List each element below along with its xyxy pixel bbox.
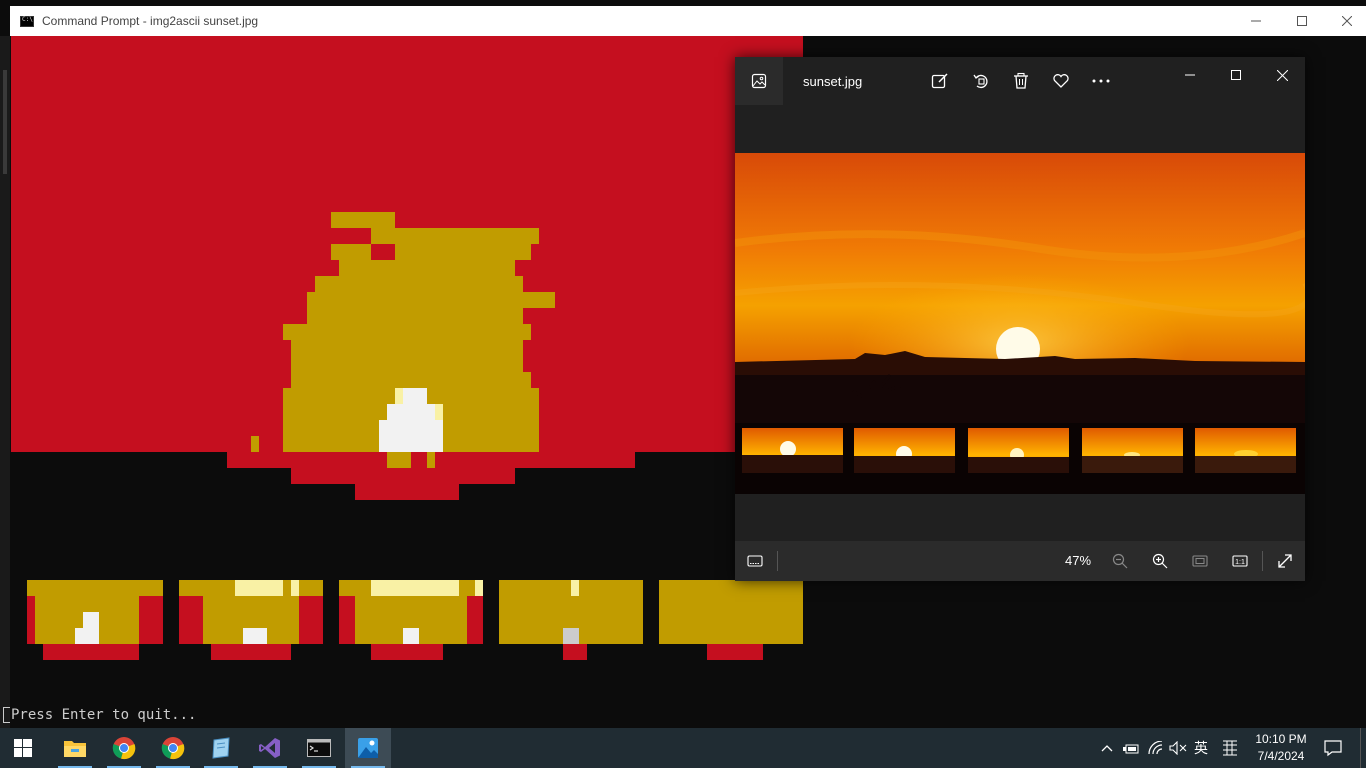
- zoom-in-button[interactable]: [1148, 549, 1172, 573]
- fullscreen-button[interactable]: [1273, 549, 1297, 573]
- ime-mode-button[interactable]: [1220, 738, 1240, 758]
- filmstrip-thumbnail[interactable]: [1082, 428, 1183, 473]
- maximize-icon: [1231, 70, 1241, 80]
- filmstrip[interactable]: [742, 428, 1296, 473]
- photos-minimize-button[interactable]: [1167, 61, 1213, 89]
- photos-app-button[interactable]: [735, 57, 783, 105]
- chevron-up-icon: [1101, 745, 1113, 752]
- fullscreen-icon: [1278, 554, 1292, 568]
- volume-muted-icon: [1169, 741, 1187, 755]
- filmstrip-thumbnail[interactable]: [854, 428, 955, 473]
- close-button[interactable]: [1324, 6, 1366, 36]
- cmd-prompt-text: Press Enter to quit...: [11, 707, 197, 723]
- taskbar-command-prompt[interactable]: [296, 728, 342, 768]
- maximize-button[interactable]: [1279, 6, 1325, 36]
- notepad-icon: [212, 737, 230, 759]
- photos-window[interactable]: sunset.jpg 47% 1:1: [735, 57, 1305, 581]
- minimize-icon: [1251, 20, 1261, 22]
- file-explorer-icon: [64, 741, 86, 757]
- photos-close-button[interactable]: [1259, 61, 1305, 89]
- photos-bottom-bar: 47% 1:1: [735, 541, 1305, 581]
- photos-filename: sunset.jpg: [803, 74, 863, 89]
- favorite-icon: [1053, 74, 1069, 88]
- taskbar-chrome-2[interactable]: [150, 728, 196, 768]
- command-prompt-icon: [307, 739, 331, 757]
- taskbar-chrome-1[interactable]: [101, 728, 147, 768]
- command-prompt-icon: [20, 15, 34, 27]
- delete-button[interactable]: [1009, 69, 1033, 93]
- favorite-button[interactable]: [1049, 69, 1073, 93]
- taskbar-photos[interactable]: [345, 728, 391, 768]
- minimize-button[interactable]: [1233, 6, 1279, 36]
- zoom-out-icon: [1112, 553, 1128, 569]
- network-button[interactable]: [1146, 738, 1166, 758]
- zoom-level: 47%: [1065, 553, 1092, 568]
- delete-icon: [1014, 72, 1028, 89]
- volume-button[interactable]: [1168, 738, 1188, 758]
- ime-grid-icon: [1223, 740, 1237, 756]
- clock-date: 7/4/2024: [1257, 749, 1305, 763]
- filmstrip-thumbnail[interactable]: [968, 428, 1069, 473]
- photos-icon: [358, 738, 378, 758]
- chrome-icon: [161, 737, 185, 760]
- edit-icon: [931, 73, 948, 89]
- close-icon: [1276, 69, 1288, 81]
- visual-studio-icon: [259, 738, 280, 758]
- actual-size-icon: 1:1: [1232, 555, 1248, 567]
- more-icon: [1092, 79, 1110, 83]
- taskbar-file-explorer[interactable]: [52, 728, 98, 768]
- cmd-title-bar[interactable]: Command Prompt - img2ascii sunset.jpg: [10, 6, 1366, 36]
- sunset-photo[interactable]: [735, 153, 1305, 494]
- taskbar: 英 10:10 PM 7/4/2024: [0, 728, 1366, 768]
- rotate-button[interactable]: [969, 69, 993, 93]
- taskbar-visual-studio[interactable]: [247, 728, 293, 768]
- notification-icon: [1324, 740, 1342, 757]
- wifi-icon: [1148, 741, 1163, 755]
- edit-button[interactable]: [928, 69, 952, 93]
- filmstrip-icon: [747, 555, 763, 567]
- actual-size-button[interactable]: 1:1: [1228, 549, 1252, 573]
- battery-button[interactable]: [1121, 738, 1141, 758]
- filmstrip-thumbnail[interactable]: [1195, 428, 1296, 473]
- start-button[interactable]: [0, 728, 46, 768]
- cmd-scrollbar[interactable]: [0, 36, 10, 728]
- fit-window-icon: [1192, 555, 1208, 567]
- cmd-window-title: Command Prompt - img2ascii sunset.jpg: [42, 14, 259, 28]
- chrome-icon: [112, 737, 136, 760]
- show-desktop-button[interactable]: [1360, 728, 1366, 768]
- input-method-indicator[interactable]: 英: [1191, 738, 1211, 758]
- photos-title-bar[interactable]: sunset.jpg: [735, 57, 1305, 105]
- taskbar-clock[interactable]: 10:10 PM 7/4/2024: [1244, 731, 1318, 765]
- zoom-out-button[interactable]: [1108, 549, 1132, 573]
- start-icon: [14, 739, 32, 757]
- text-cursor: [3, 707, 10, 723]
- filmstrip-thumbnail[interactable]: [742, 428, 843, 473]
- maximize-icon: [1297, 16, 1307, 26]
- rotate-icon: [973, 74, 988, 89]
- battery-icon: [1123, 744, 1139, 754]
- ascii-art-output: [11, 36, 803, 700]
- minimize-icon: [1185, 74, 1195, 76]
- photos-maximize-button[interactable]: [1213, 61, 1259, 89]
- fit-window-button[interactable]: [1188, 549, 1212, 573]
- zoom-in-icon: [1152, 553, 1168, 569]
- photos-app-icon: [751, 73, 767, 89]
- clock-time: 10:10 PM: [1255, 732, 1307, 746]
- filmstrip-button[interactable]: [743, 549, 767, 573]
- close-icon: [1342, 16, 1352, 26]
- svg-text:1:1: 1:1: [1235, 559, 1245, 566]
- taskbar-notepad[interactable]: [198, 728, 244, 768]
- more-button[interactable]: [1089, 69, 1113, 93]
- action-center-button[interactable]: [1323, 738, 1343, 758]
- show-hidden-icons-button[interactable]: [1097, 738, 1117, 758]
